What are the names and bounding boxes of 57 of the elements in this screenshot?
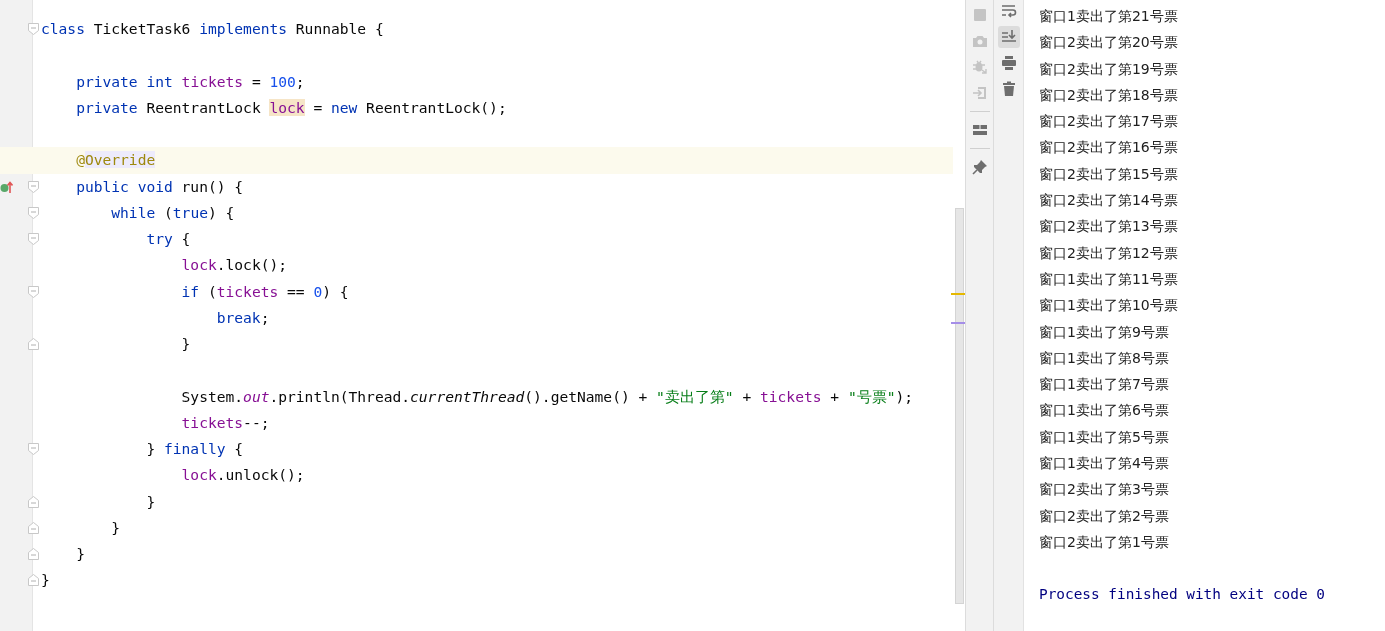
code-line: private ReentrantLock lock = new ReentrantLock(); (75, 97, 507, 118)
code-line: } finally { (145, 439, 244, 460)
output-line: 窗口2卖出了第16号票 (1039, 138, 1179, 158)
code-line: class TicketTask6 implements Runnable { (41, 19, 384, 40)
fold-icon[interactable] (28, 233, 39, 245)
code-line: lock.lock(); (180, 255, 288, 276)
code-line: break; (215, 307, 270, 328)
code-line: } (145, 491, 156, 512)
code-line: } (180, 334, 191, 355)
code-line: tickets--; (180, 412, 270, 433)
output-line: 窗口2卖出了第15号票 (1039, 164, 1179, 184)
info-stripe-mark[interactable] (951, 322, 965, 324)
scroll-to-end-icon[interactable] (997, 26, 1020, 48)
output-line: 窗口1卖出了第9号票 (1039, 322, 1170, 342)
output-line: 窗口2卖出了第3号票 (1039, 480, 1170, 500)
fold-icon[interactable] (28, 23, 39, 35)
fold-icon[interactable] (28, 574, 39, 587)
code-line: System.out.println(Thread.currentThread().getName() + "卖出了第" + tickets + "号票"); (180, 386, 914, 407)
output-line: 窗口2卖出了第12号票 (1039, 243, 1179, 263)
code-line: public void run() { (75, 176, 244, 197)
fold-icon[interactable] (28, 443, 39, 455)
code-line: while (true) { (110, 202, 235, 223)
code-line: } (41, 570, 50, 591)
output-line: 窗口1卖出了第8号票 (1039, 348, 1170, 368)
fold-icon[interactable] (28, 548, 39, 560)
code-line: try { (145, 229, 191, 250)
output-line: 窗口1卖出了第7号票 (1039, 375, 1170, 395)
fold-icon[interactable] (28, 521, 39, 534)
output-line: 窗口2卖出了第20号票 (1039, 33, 1179, 53)
fold-icon[interactable] (28, 180, 39, 193)
code-line: @Override (75, 150, 156, 171)
fold-icon[interactable] (28, 495, 39, 508)
code-line: lock.unlock(); (180, 465, 305, 486)
output-line: 窗口1卖出了第10号票 (1039, 296, 1179, 316)
code-line: } (110, 517, 121, 538)
fold-icon[interactable] (28, 285, 39, 298)
exit-message: Process finished with exit code 0 (1039, 585, 1326, 605)
code-line: } (75, 544, 85, 565)
code-line: private int tickets = 100; (75, 71, 305, 92)
output-line: 窗口2卖出了第2号票 (1039, 506, 1170, 526)
override-icon[interactable] (0, 179, 13, 194)
scrollbar[interactable] (955, 208, 964, 604)
output-line: 窗口2卖出了第17号票 (1039, 112, 1179, 132)
output-line: 窗口1卖出了第11号票 (1039, 269, 1179, 289)
output-line: 窗口2卖出了第13号票 (1039, 217, 1179, 237)
output-line: 窗口2卖出了第18号票 (1039, 85, 1179, 105)
output-line: 窗口1卖出了第5号票 (1039, 427, 1170, 447)
output-line: 窗口1卖出了第21号票 (1039, 7, 1179, 26)
output-line: 窗口2卖出了第14号票 (1039, 191, 1179, 211)
output-line: 窗口2卖出了第19号票 (1039, 59, 1179, 79)
fold-icon[interactable] (28, 206, 39, 219)
output-line: 窗口2卖出了第1号票 (1039, 532, 1170, 552)
output-line: 窗口1卖出了第4号票 (1039, 454, 1170, 474)
warning-stripe-mark[interactable] (951, 293, 965, 295)
fold-icon[interactable] (28, 338, 39, 350)
code-line: if (tickets == 0) { (180, 281, 349, 302)
output-line: 窗口1卖出了第6号票 (1039, 401, 1170, 421)
